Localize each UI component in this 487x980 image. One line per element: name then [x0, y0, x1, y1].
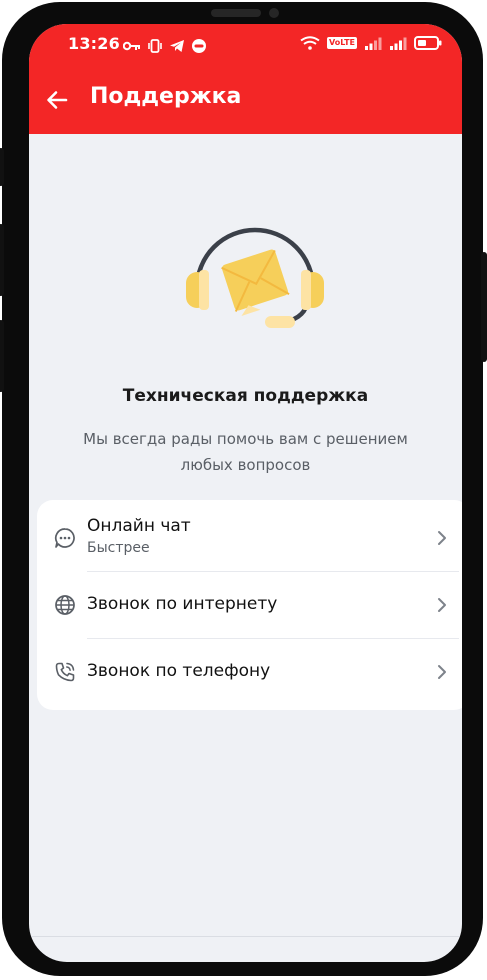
side-button-left-1	[0, 148, 4, 186]
side-button-left-3	[0, 320, 4, 392]
app-notification-icon	[192, 39, 206, 53]
front-camera	[269, 8, 279, 18]
support-headset-illustration	[186, 227, 324, 328]
phone-frame: 13:26 VoLTE Поддержка Техническая поддер…	[0, 2, 487, 976]
key-icon	[123, 41, 140, 51]
page-title: Поддержка	[90, 84, 242, 109]
chevron-right-icon	[438, 665, 446, 679]
support-heading: Техническая поддержка	[122, 386, 369, 406]
vibrate-icon	[148, 39, 162, 53]
chevron-right-icon	[438, 531, 446, 545]
option-online-chat[interactable]: Онлайн чат Быстрее	[37, 504, 462, 570]
side-button-right	[481, 252, 487, 362]
support-subtitle: Мы всегда рады помочь вам с решением люб…	[83, 430, 408, 474]
option-phone-call[interactable]: Звонок по телефону	[37, 639, 462, 705]
globe-icon	[53, 593, 77, 617]
status-icons-left	[123, 38, 207, 54]
arrow-left-icon	[47, 91, 68, 109]
phone-call-icon	[53, 660, 77, 684]
option-internet-call[interactable]: Звонок по интернету	[37, 572, 462, 638]
option-online-chat-subtitle: Быстрее	[87, 540, 150, 556]
status-time: 13:26	[68, 34, 120, 53]
chevron-right-icon	[438, 598, 446, 612]
option-online-chat-title: Онлайн чат	[87, 516, 191, 536]
status-icons-right: VoLTE	[300, 36, 442, 50]
top-bar: 13:26 VoLTE Поддержка	[29, 24, 462, 134]
battery-icon	[414, 36, 442, 50]
option-internet-call-title: Звонок по интернету	[87, 594, 278, 614]
signal-sim2-icon	[390, 37, 407, 50]
back-button[interactable]	[43, 86, 71, 114]
signal-sim1-icon	[365, 37, 382, 50]
option-phone-call-title: Звонок по телефону	[87, 661, 271, 681]
status-bar: 13:26 VoLTE	[29, 24, 462, 68]
app-screen: 13:26 VoLTE Поддержка Техническая поддер…	[29, 24, 462, 962]
telegram-icon	[170, 40, 184, 52]
speaker-grille	[211, 9, 261, 17]
chat-bubble-icon	[53, 526, 77, 550]
volte-badge: VoLTE	[327, 37, 357, 49]
support-options-card: Онлайн чат Быстрее Звонок по интернету З…	[37, 500, 462, 710]
side-button-left-2	[0, 224, 4, 296]
bottom-divider	[29, 936, 462, 937]
wifi-icon	[300, 36, 320, 50]
